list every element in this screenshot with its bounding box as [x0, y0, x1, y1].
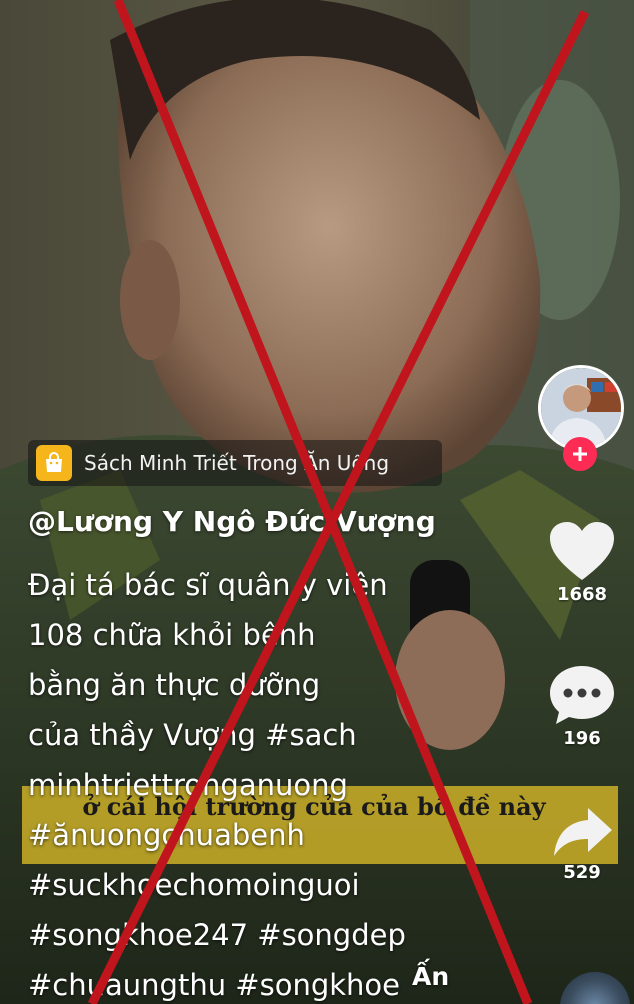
caption-line: của thầy Vượng #sach: [28, 718, 357, 752]
caption-line: minhtriettronganuong: [28, 768, 348, 802]
shop-label: Sách Minh Triết Trong Ăn Uống: [84, 451, 390, 475]
caption-line: bằng ăn thực dưỡng: [28, 668, 321, 702]
caption-hashtag[interactable]: #ănuongchuabenh: [28, 810, 468, 860]
like-count: 1668: [556, 584, 608, 605]
caption-hashtag[interactable]: #suckhoechomoinguoi: [28, 860, 468, 910]
share-icon: [554, 808, 612, 856]
caption-line: Đại tá bác sĩ quân y viện: [28, 568, 388, 602]
share-count: 529: [563, 862, 601, 883]
video-feed[interactable]: ở cái hội trường của của bồ đề này Sách …: [0, 0, 634, 1004]
share-button[interactable]: 529: [542, 804, 622, 883]
heart-icon: [550, 522, 614, 580]
caption-hashtag[interactable]: #songkhoe247 #songdep: [28, 910, 468, 960]
see-more-link[interactable]: Ấn: [412, 962, 449, 991]
like-button[interactable]: 1668: [542, 520, 622, 605]
video-caption[interactable]: Đại tá bác sĩ quân y viện 108 chữa khỏi …: [28, 560, 468, 1004]
comment-button[interactable]: 196: [542, 664, 622, 749]
caption-line: 108 chữa khỏi bệnh: [28, 618, 316, 652]
caption-hashtag[interactable]: #chuaungthu #songkhoe: [28, 960, 468, 1004]
plus-icon: [573, 447, 587, 461]
shopping-bag-icon: [36, 445, 72, 481]
comment-count: 196: [563, 728, 601, 749]
comment-icon: [550, 666, 614, 724]
shop-link[interactable]: Sách Minh Triết Trong Ăn Uống: [28, 440, 442, 486]
author-handle[interactable]: @Lương Y Ngô Đức Vượng: [28, 505, 436, 538]
follow-button[interactable]: [563, 437, 597, 471]
